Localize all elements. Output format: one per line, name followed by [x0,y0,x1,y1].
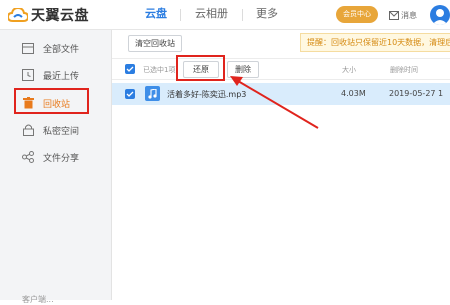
selected-count: 已选中1项 [143,66,176,74]
sidebar-item-recent-uploads[interactable]: 最近上传 [0,64,112,86]
file-size: 4.03M [341,89,366,98]
sidebar-item-label: 文件分享 [43,153,80,164]
check-icon [126,66,134,72]
row-checkbox[interactable] [125,89,135,99]
clear-recycle-bin-button[interactable]: 清空回收站 [128,35,182,52]
nav-cloud-disk[interactable]: 云盘 [145,0,167,30]
file-deleted-date: 2019-05-27 1 [389,89,444,98]
music-file-icon [145,86,160,101]
clock-icon [21,68,35,82]
sidebar-item-all-files[interactable]: 全部文件 [0,37,112,59]
trash-icon [21,96,35,110]
column-deleted-time[interactable]: 删除时间 [390,65,418,75]
file-name[interactable]: 活着多好-陈奕迅.mp3 [167,89,246,100]
messages-label: 消息 [401,10,417,20]
nav-divider [242,9,243,21]
folder-icon [21,41,35,55]
top-bar: 天翼云盘 云盘 云相册 更多 会员中心 消息 [0,0,450,30]
table-header: 已选中1项 大小 删除时间 [112,58,450,80]
sidebar-item-label: 私密空间 [43,126,80,137]
column-size[interactable]: 大小 [342,65,356,75]
vip-center-button[interactable]: 会员中心 [336,6,378,23]
table-row[interactable]: 活着多好-陈奕迅.mp3 4.03M 2019-05-27 1 [112,83,450,105]
select-all-checkbox[interactable] [125,64,135,74]
retention-notice: 提醒：回收站只保留近10天数据，清理后 [300,33,450,52]
app-name: 天翼云盘 [31,8,89,24]
sidebar-item-file-share[interactable]: 文件分享 [0,146,112,168]
messages-button[interactable]: 消息 [389,8,417,22]
share-icon [21,150,35,164]
restore-button[interactable]: 还原 [183,61,219,78]
app-logo[interactable]: 天翼云盘 [8,5,89,25]
cloud-logo-icon [8,8,28,22]
user-avatar[interactable] [430,5,450,25]
sidebar-item-recycle-bin[interactable]: 回收站 [0,92,112,114]
nav-divider [180,9,181,21]
message-icon [389,10,399,20]
sidebar-item-label: 全部文件 [43,44,80,55]
sidebar: 全部文件 最近上传 回收站 私密空间 文件分享 客户端... [0,30,112,304]
sidebar-item-label: 回收站 [43,99,71,110]
lock-icon [21,123,35,137]
check-icon [126,91,134,97]
nav-cloud-album[interactable]: 云相册 [195,0,228,30]
user-icon [432,9,448,25]
nav-more[interactable]: 更多 [256,0,278,30]
sidebar-item-label: 最近上传 [43,71,80,82]
delete-button[interactable]: 删除 [227,61,259,78]
sidebar-item-private-space[interactable]: 私密空间 [0,119,112,141]
